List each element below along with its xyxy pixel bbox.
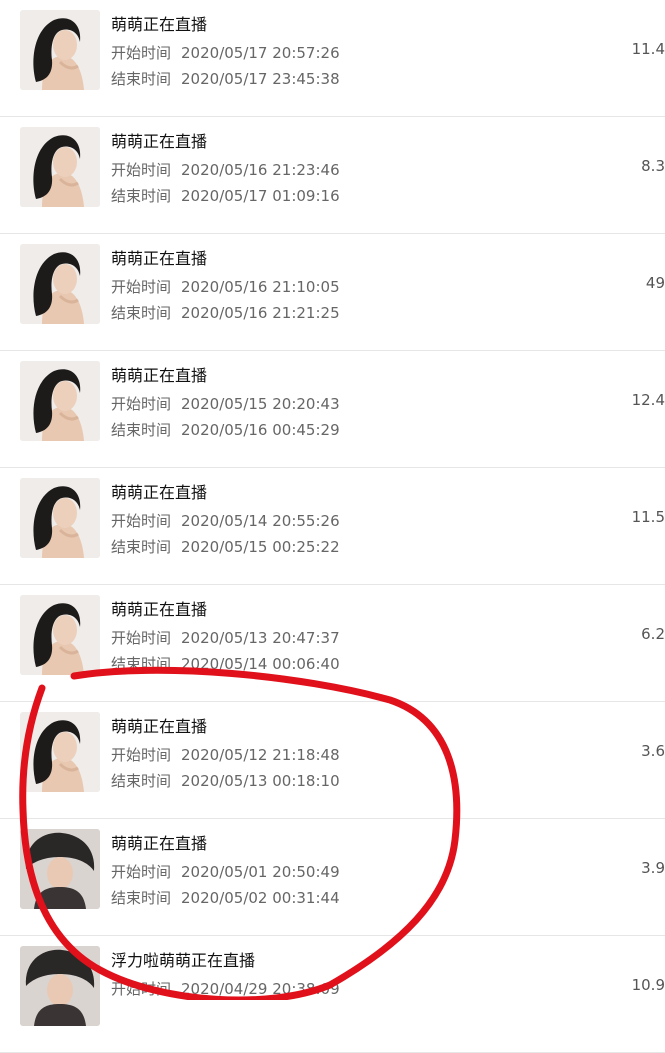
broadcast-title: 萌萌正在直播	[111, 132, 208, 151]
broadcast-row[interactable]: 萌萌正在直播 开始时间 2020/05/01 20:50:49 结束时间 2020/…	[0, 819, 665, 936]
broadcast-title: 萌萌正在直播	[111, 483, 208, 502]
streamer-avatar[interactable]	[20, 829, 100, 909]
start-time-line: 开始时间 2020/05/01 20:50:49	[111, 861, 340, 882]
end-time-label: 结束时间	[111, 70, 172, 88]
broadcast-title: 萌萌正在直播	[111, 249, 208, 268]
end-time-value: 2020/05/17 01:09:16	[181, 187, 340, 205]
end-time-value: 2020/05/16 00:45:29	[181, 421, 340, 439]
streamer-avatar[interactable]	[20, 595, 100, 675]
end-time-line: 结束时间 2020/05/13 00:18:10	[111, 770, 340, 791]
start-time-line: 开始时间 2020/05/14 20:55:26	[111, 510, 340, 531]
broadcast-stat: 11.5	[631, 508, 665, 526]
end-time-label: 结束时间	[111, 772, 172, 790]
start-time-line: 开始时间 2020/05/12 21:18:48	[111, 744, 340, 765]
streamer-avatar[interactable]	[20, 361, 100, 441]
start-time-label: 开始时间	[111, 746, 172, 764]
broadcast-stat: 11.4	[631, 40, 665, 58]
broadcast-row[interactable]: 萌萌正在直播 开始时间 2020/05/16 21:23:46 结束时间 2020/…	[0, 117, 665, 234]
start-time-label: 开始时间	[111, 512, 172, 530]
start-time-label: 开始时间	[111, 980, 172, 998]
broadcast-stat: 49	[645, 274, 665, 292]
streamer-avatar[interactable]	[20, 10, 100, 90]
end-time-label: 结束时间	[111, 655, 172, 673]
broadcast-row[interactable]: 萌萌正在直播 开始时间 2020/05/16 21:10:05 结束时间 2020/…	[0, 234, 665, 351]
start-time-label: 开始时间	[111, 278, 172, 296]
end-time-label: 结束时间	[111, 538, 172, 556]
start-time-value: 2020/05/12 21:18:48	[181, 746, 340, 764]
broadcast-title: 萌萌正在直播	[111, 717, 208, 736]
start-time-value: 2020/05/16 21:10:05	[181, 278, 340, 296]
end-time-line	[111, 1004, 121, 1022]
start-time-value: 2020/05/14 20:55:26	[181, 512, 340, 530]
start-time-value: 2020/05/01 20:50:49	[181, 863, 340, 881]
broadcast-list: 萌萌正在直播 开始时间 2020/05/17 20:57:26 结束时间 2020/…	[0, 0, 665, 1053]
start-time-line: 开始时间 2020/05/16 21:10:05	[111, 276, 340, 297]
start-time-line: 开始时间 2020/05/15 20:20:43	[111, 393, 340, 414]
broadcast-title: 萌萌正在直播	[111, 366, 208, 385]
broadcast-title: 萌萌正在直播	[111, 600, 208, 619]
broadcast-row[interactable]: 萌萌正在直播 开始时间 2020/05/17 20:57:26 结束时间 2020/…	[0, 0, 665, 117]
streamer-avatar[interactable]	[20, 712, 100, 792]
end-time-value: 2020/05/17 23:45:38	[181, 70, 340, 88]
start-time-line: 开始时间 2020/05/13 20:47:37	[111, 627, 340, 648]
start-time-label: 开始时间	[111, 863, 172, 881]
start-time-line: 开始时间 2020/05/17 20:57:26	[111, 42, 340, 63]
end-time-value: 2020/05/15 00:25:22	[181, 538, 340, 556]
streamer-avatar[interactable]	[20, 244, 100, 324]
streamer-avatar[interactable]	[20, 946, 100, 1026]
streamer-avatar[interactable]	[20, 478, 100, 558]
start-time-line: 开始时间 2020/05/16 21:23:46	[111, 159, 340, 180]
broadcast-stat: 8.3	[641, 157, 665, 175]
end-time-line: 结束时间 2020/05/17 23:45:38	[111, 68, 340, 89]
start-time-value: 2020/05/17 20:57:26	[181, 44, 340, 62]
broadcast-title: 浮力啦萌萌正在直播	[111, 951, 256, 970]
broadcast-row[interactable]: 萌萌正在直播 开始时间 2020/05/14 20:55:26 结束时间 2020/…	[0, 468, 665, 585]
start-time-label: 开始时间	[111, 161, 172, 179]
end-time-label: 结束时间	[111, 889, 172, 907]
end-time-label: 结束时间	[111, 187, 172, 205]
end-time-line: 结束时间 2020/05/15 00:25:22	[111, 536, 340, 557]
end-time-line: 结束时间 2020/05/14 00:06:40	[111, 653, 340, 674]
start-time-value: 2020/04/29 20:38:09	[181, 980, 340, 998]
end-time-value: 2020/05/02 00:31:44	[181, 889, 340, 907]
broadcast-title: 萌萌正在直播	[111, 15, 208, 34]
broadcast-stat: 3.6	[641, 742, 665, 760]
broadcast-row[interactable]: 浮力啦萌萌正在直播 开始时间 2020/04/29 20:38:09 10.9	[0, 936, 665, 1053]
end-time-line: 结束时间 2020/05/02 00:31:44	[111, 887, 340, 908]
end-time-line: 结束时间 2020/05/16 00:45:29	[111, 419, 340, 440]
end-time-line: 结束时间 2020/05/16 21:21:25	[111, 302, 340, 323]
start-time-label: 开始时间	[111, 629, 172, 647]
start-time-label: 开始时间	[111, 44, 172, 62]
end-time-value: 2020/05/16 21:21:25	[181, 304, 340, 322]
broadcast-row[interactable]: 萌萌正在直播 开始时间 2020/05/13 20:47:37 结束时间 2020/…	[0, 585, 665, 702]
broadcast-stat: 3.9	[641, 859, 665, 877]
end-time-label: 结束时间	[111, 421, 172, 439]
start-time-line: 开始时间 2020/04/29 20:38:09	[111, 978, 340, 999]
streamer-avatar[interactable]	[20, 127, 100, 207]
broadcast-stat: 10.9	[631, 976, 665, 994]
broadcast-title: 萌萌正在直播	[111, 834, 208, 853]
start-time-label: 开始时间	[111, 395, 172, 413]
broadcast-stat: 6.2	[641, 625, 665, 643]
end-time-label: 结束时间	[111, 304, 172, 322]
start-time-value: 2020/05/16 21:23:46	[181, 161, 340, 179]
end-time-value: 2020/05/13 00:18:10	[181, 772, 340, 790]
end-time-line: 结束时间 2020/05/17 01:09:16	[111, 185, 340, 206]
broadcast-row[interactable]: 萌萌正在直播 开始时间 2020/05/15 20:20:43 结束时间 2020/…	[0, 351, 665, 468]
broadcast-row[interactable]: 萌萌正在直播 开始时间 2020/05/12 21:18:48 结束时间 2020/…	[0, 702, 665, 819]
broadcast-stat: 12.4	[631, 391, 665, 409]
start-time-value: 2020/05/13 20:47:37	[181, 629, 340, 647]
end-time-value: 2020/05/14 00:06:40	[181, 655, 340, 673]
start-time-value: 2020/05/15 20:20:43	[181, 395, 340, 413]
